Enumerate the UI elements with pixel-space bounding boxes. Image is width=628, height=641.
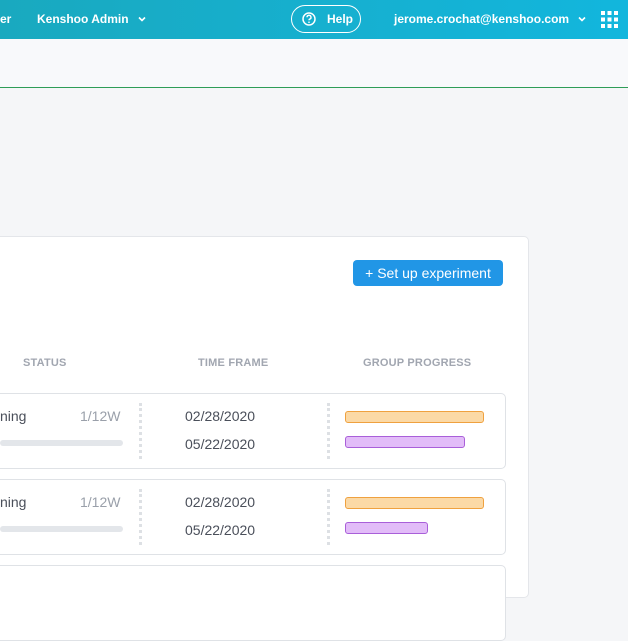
help-button[interactable]: Help <box>291 5 361 33</box>
status-label: ning <box>0 494 27 510</box>
top-navigation-bar: er Kenshoo Admin Help jerome.crochat@ken… <box>0 0 628 39</box>
status-progress-track <box>0 526 123 532</box>
end-date: 05/22/2020 <box>185 522 256 538</box>
experiment-row[interactable] <box>0 565 506 641</box>
start-date: 02/28/2020 <box>185 408 256 424</box>
group-progress-bar-control <box>345 497 484 509</box>
user-menu[interactable]: jerome.crochat@kenshoo.com <box>394 0 587 39</box>
user-email: jerome.crochat@kenshoo.com <box>394 12 570 26</box>
column-header-time-frame[interactable]: TIME FRAME <box>198 357 268 369</box>
start-date: 02/28/2020 <box>185 494 256 510</box>
column-divider <box>327 489 330 545</box>
account-name: Kenshoo Admin <box>37 12 129 26</box>
week-progress: 1/12W <box>80 494 121 510</box>
experiment-row[interactable] <box>0 479 506 555</box>
end-date: 05/22/2020 <box>185 436 256 452</box>
app-grid-icon[interactable] <box>601 11 618 28</box>
group-progress-bar-test <box>345 522 428 534</box>
group-progress-bar-control <box>345 411 484 423</box>
chevron-down-icon <box>138 16 146 22</box>
question-circle-icon <box>302 12 316 26</box>
column-header-group-progress[interactable]: GROUP PROGRESS <box>363 357 471 369</box>
column-divider <box>327 403 330 459</box>
nav-item-truncated[interactable]: er <box>0 0 11 39</box>
set-up-experiment-button[interactable]: + Set up experiment <box>353 260 503 286</box>
chevron-down-icon <box>578 16 587 22</box>
week-progress: 1/12W <box>80 408 121 424</box>
experiment-row[interactable] <box>0 393 506 469</box>
status-label: ning <box>0 408 27 424</box>
help-label: Help <box>327 12 354 26</box>
column-divider <box>139 403 142 459</box>
column-header-status[interactable]: STATUS <box>23 357 67 369</box>
account-switcher[interactable]: Kenshoo Admin <box>37 0 147 39</box>
secondary-toolbar <box>0 39 628 88</box>
status-progress-track <box>0 440 123 446</box>
column-divider <box>139 489 142 545</box>
group-progress-bar-test <box>345 436 465 448</box>
